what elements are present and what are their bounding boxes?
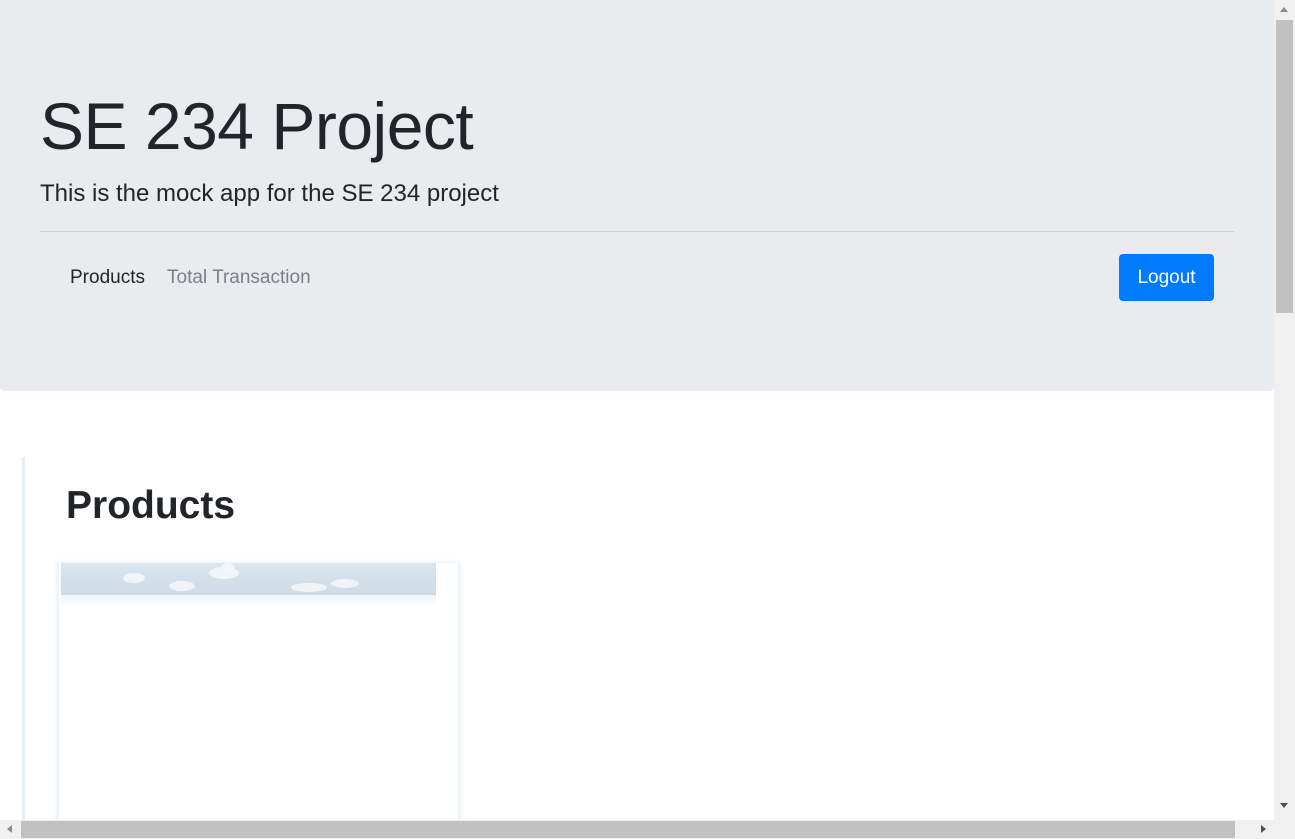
nav-link-products[interactable]: Products [70,254,145,301]
nav-link-total-transaction[interactable]: Total Transaction [167,254,311,301]
horizontal-scrollbar[interactable] [0,820,1274,839]
page-lead: This is the mock app for the SE 234 proj… [40,180,499,207]
jumbotron-header: SE 234 Project This is the mock app for … [0,0,1274,391]
page-viewport: SE 234 Project This is the mock app for … [0,0,1274,820]
scrollbar-corner [1274,820,1295,839]
horizontal-scroll-thumb[interactable] [21,821,1235,838]
product-image [61,563,436,595]
header-divider [40,231,1234,232]
vertical-scrollbar[interactable] [1274,0,1295,820]
scroll-right-arrow-icon[interactable] [1261,825,1266,833]
page-title: SE 234 Project [40,89,474,163]
products-heading: Products [66,484,236,527]
logout-button[interactable]: Logout [1119,254,1214,301]
product-image-fade [61,595,436,607]
product-card[interactable] [57,563,460,820]
main-navbar: Products Total Transaction Logout [40,254,1214,301]
scroll-up-arrow-icon[interactable] [1280,7,1288,12]
vertical-scroll-thumb[interactable] [1276,20,1293,313]
scroll-down-arrow-icon[interactable] [1280,803,1288,808]
scroll-left-arrow-icon[interactable] [7,825,12,833]
